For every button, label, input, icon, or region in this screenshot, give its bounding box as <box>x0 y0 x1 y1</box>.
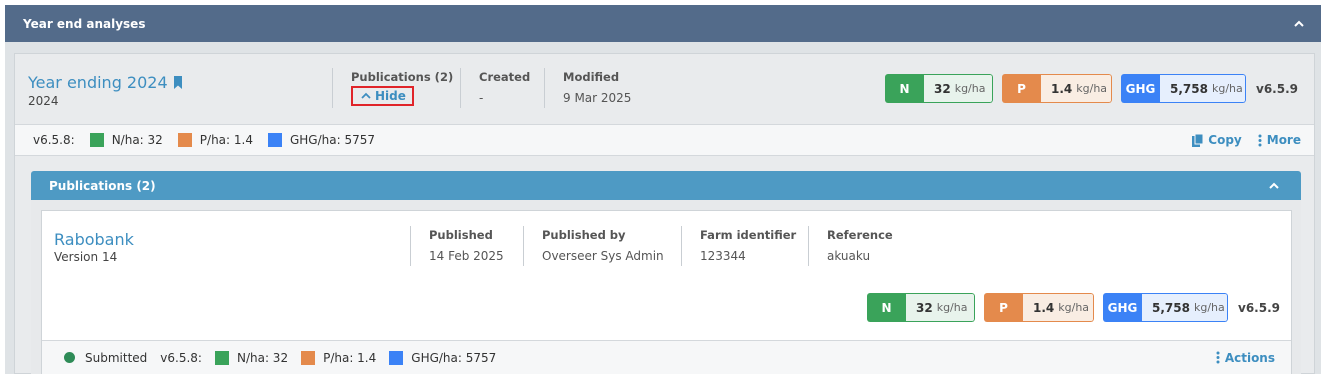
modified-label: Modified <box>563 70 620 84</box>
divider <box>410 226 411 266</box>
reference-value: akuaku <box>827 249 871 263</box>
more-vertical-icon <box>1216 351 1220 364</box>
divider <box>332 68 333 108</box>
nitrogen-swatch <box>214 350 229 365</box>
divider <box>681 226 682 266</box>
phosphorus-kpi: P 1.4 kg/ha <box>984 293 1094 322</box>
year-end-analyses-header[interactable]: Year end analyses <box>5 5 1321 42</box>
chevron-up-icon[interactable] <box>1269 181 1279 191</box>
summary-version: v6.5.8: <box>33 133 75 147</box>
published-value: 14 Feb 2025 <box>429 249 504 263</box>
publications-panel: Publications (2) Rabobank Version 14 Pub… <box>31 171 1301 374</box>
modified-value: 9 Mar 2025 <box>563 91 632 105</box>
divider <box>808 226 809 266</box>
published-by-value: Overseer Sys Admin <box>542 249 664 263</box>
publication-version: Version 14 <box>54 250 118 264</box>
divider <box>544 68 545 108</box>
divider <box>523 226 524 266</box>
created-label: Created <box>479 70 531 84</box>
publications-title: Publications (2) <box>49 178 156 193</box>
nitrogen-swatch <box>89 133 104 147</box>
version-label: v6.5.9 <box>1256 81 1298 96</box>
chevron-up-icon[interactable] <box>1294 19 1304 29</box>
farm-identifier-label: Farm identifier <box>700 228 797 242</box>
analysis-title-link[interactable]: Year ending 2024 <box>28 73 168 92</box>
summary-phosphorus: P/ha: 1.4 <box>199 133 253 147</box>
nitrogen-kpi: N 32 kg/ha <box>885 74 993 103</box>
phosphorus-swatch <box>177 133 192 147</box>
ghg-kpi: GHG 5,758 kg/ha <box>1103 293 1228 322</box>
publication-kpis: N 32 kg/ha P 1.4 kg/ha GHG 5,758 kg/ha v6.5… <box>867 293 1280 322</box>
status-dot <box>64 352 75 363</box>
farm-identifier-value: 123344 <box>700 249 746 263</box>
copy-icon <box>1192 133 1204 147</box>
publications-header[interactable]: Publications (2) <box>31 171 1301 200</box>
chevron-up-icon <box>361 92 371 99</box>
ghg-swatch <box>267 133 282 147</box>
publications-label: Publications (2) <box>351 70 454 84</box>
reference-label: Reference <box>827 228 893 242</box>
summary-phosphorus: P/ha: 1.4 <box>323 350 377 365</box>
analysis-summary-bar: v6.5.8: N/ha: 32 P/ha: 1.4 GHG/ha: 5757 … <box>15 124 1314 156</box>
analysis-subtitle: 2024 <box>28 94 59 108</box>
phosphorus-kpi: P 1.4 kg/ha <box>1002 74 1112 103</box>
bookmark-icon[interactable] <box>173 76 183 89</box>
ghg-kpi: GHG 5,758 kg/ha <box>1121 74 1246 103</box>
nitrogen-kpi: N 32 kg/ha <box>867 293 975 322</box>
more-vertical-icon <box>1258 134 1262 146</box>
publication-card: Rabobank Version 14 Published 14 Feb 202… <box>41 210 1292 374</box>
created-value: - <box>479 91 484 105</box>
summary-ghg: GHG/ha: 5757 <box>411 350 497 365</box>
publication-summary-bar: Submitted v6.5.8: N/ha: 32 P/ha: 1.4 GHG… <box>42 340 1291 374</box>
copy-button[interactable]: Copy <box>1192 133 1242 147</box>
summary-version: v6.5.8: <box>160 350 202 365</box>
summary-ghg: GHG/ha: 5757 <box>289 133 376 147</box>
section-title: Year end analyses <box>23 16 146 31</box>
publication-title-link[interactable]: Rabobank <box>54 230 134 249</box>
analysis-card: Year ending 2024 2024 Publications (2) H… <box>14 53 1315 374</box>
summary-nitrogen: N/ha: 32 <box>236 350 289 365</box>
hide-label: Hide <box>375 89 406 103</box>
analysis-kpis: N 32 kg/ha P 1.4 kg/ha GHG 5,758 kg/ha v6.5… <box>885 74 1298 103</box>
actions-button[interactable]: Actions <box>1216 351 1275 365</box>
year-end-analyses-panel: Year end analyses Year ending 2024 2024 … <box>5 5 1321 374</box>
ghg-swatch <box>389 350 404 365</box>
divider <box>460 68 461 108</box>
more-button[interactable]: More <box>1258 133 1301 147</box>
status-label: Submitted <box>85 350 148 365</box>
published-by-label: Published by <box>542 228 626 242</box>
summary-nitrogen: N/ha: 32 <box>111 133 163 147</box>
version-label: v6.5.9 <box>1238 300 1280 315</box>
published-label: Published <box>429 228 493 242</box>
hide-publications-button[interactable]: Hide <box>351 86 414 106</box>
phosphorus-swatch <box>301 350 316 365</box>
